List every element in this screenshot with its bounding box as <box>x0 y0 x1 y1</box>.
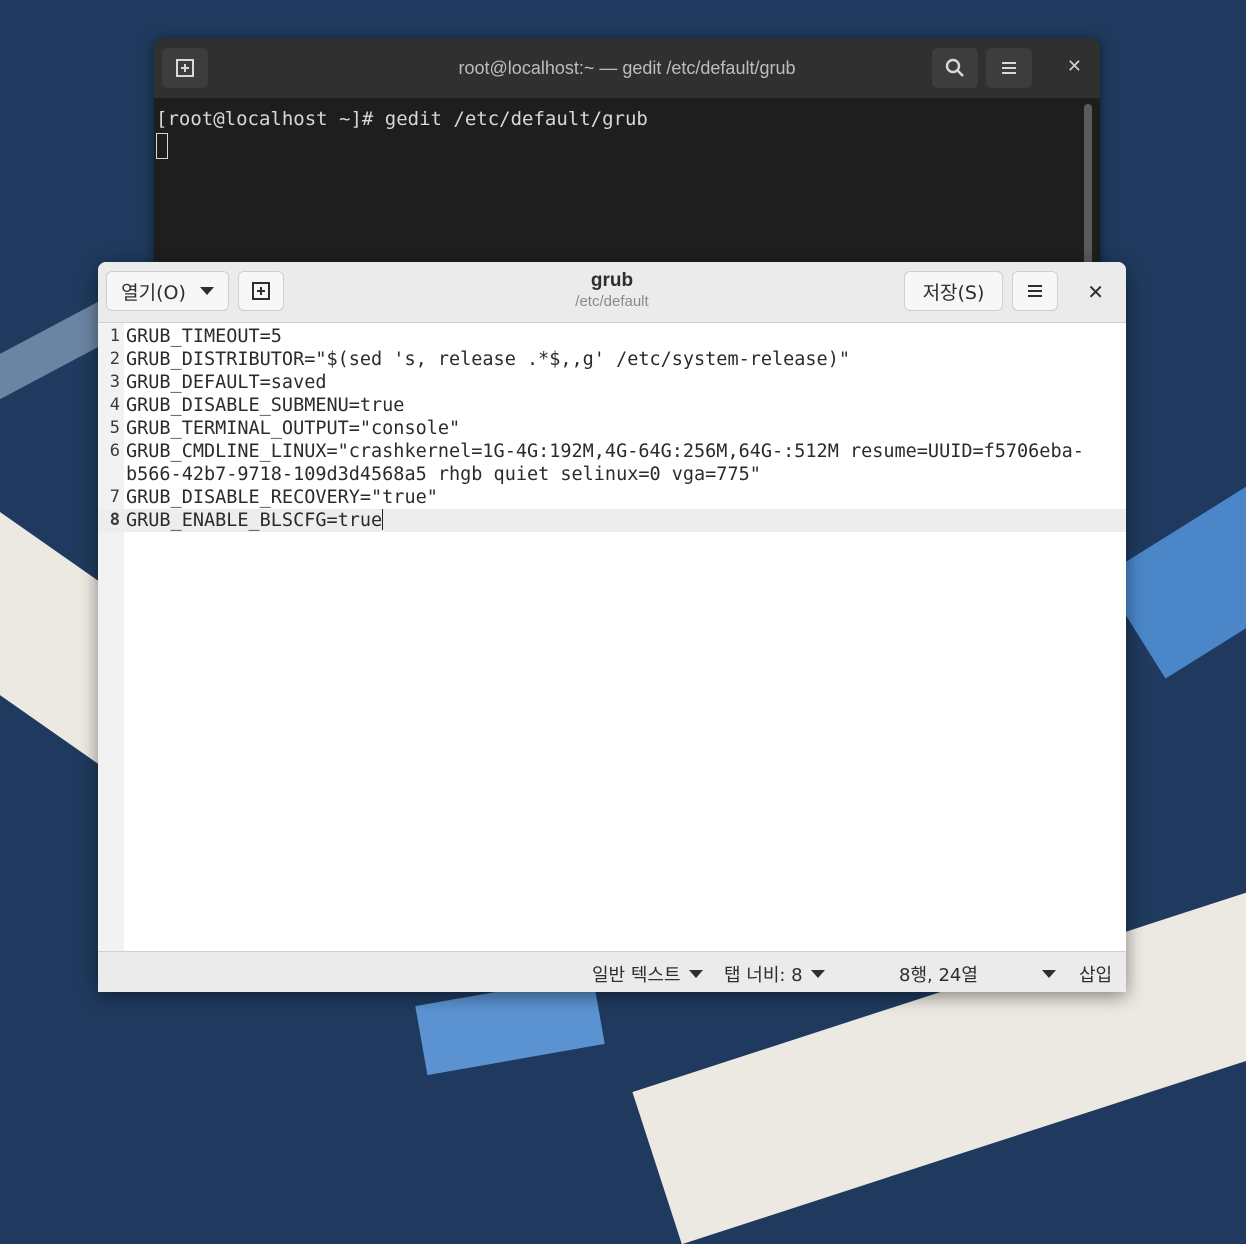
editor-line[interactable]: 1 GRUB_TIMEOUT=5 <box>98 325 1126 348</box>
chevron-down-icon <box>199 287 214 295</box>
save-button-label: 저장(S) <box>922 281 985 304</box>
editor-line[interactable]: 7 GRUB_DISABLE_RECOVERY="true" <box>98 486 1126 509</box>
text-caret <box>382 509 384 530</box>
editor-line[interactable]: 3 GRUB_DEFAULT=saved <box>98 371 1126 394</box>
chevron-down-icon <box>1041 970 1056 978</box>
editor-line[interactable]: 4 GRUB_DISABLE_SUBMENU=true <box>98 394 1126 417</box>
new-document-button[interactable] <box>238 271 284 311</box>
close-icon: ✕ <box>1087 280 1104 304</box>
chevron-down-icon <box>810 970 825 978</box>
close-icon: ✕ <box>1066 56 1082 77</box>
new-tab-button[interactable] <box>162 48 208 88</box>
terminal-scrollbar[interactable] <box>1084 104 1092 278</box>
editor-line[interactable]: 2 GRUB_DISTRIBUTOR="$(sed 's, release .*… <box>98 348 1126 371</box>
terminal-output[interactable]: [root@localhost ~]# gedit /etc/default/g… <box>154 98 1100 159</box>
search-icon <box>945 58 964 77</box>
insert-mode-label: 삽입 <box>1079 965 1113 986</box>
hamburger-menu-icon <box>1002 62 1016 74</box>
status-bar: 일반 텍스트 탭 너비: 8 8행, 24열 삽입 <box>98 951 1126 992</box>
terminal-header-bar[interactable]: root@localhost:~ — gedit /etc/default/gr… <box>154 38 1100 98</box>
gedit-window[interactable]: grub /etc/default 열기(O) 저장(S) ✕ 1 GRUB_T… <box>98 262 1126 992</box>
gedit-header-bar[interactable]: grub /etc/default 열기(O) 저장(S) ✕ <box>98 262 1126 323</box>
editor-line-wrapped[interactable]: b566-42b7-9718-109d3d4568a5 rhgb quiet s… <box>98 463 1126 486</box>
tab-width-label: 탭 너비: 8 <box>724 965 803 986</box>
line-number <box>98 463 120 486</box>
open-button[interactable]: 열기(O) <box>106 271 229 311</box>
line-text-with-caret[interactable]: GRUB_ENABLE_BLSCFG=true <box>120 509 1126 532</box>
line-text[interactable]: GRUB_ENABLE_BLSCFG=true <box>126 510 382 531</box>
insert-mode-indicator[interactable]: 삽입 <box>1079 961 1112 987</box>
terminal-close-button[interactable]: ✕ <box>1067 56 1082 77</box>
line-text[interactable]: GRUB_DISTRIBUTOR="$(sed 's, release .*$,… <box>120 348 1126 371</box>
terminal-window[interactable]: root@localhost:~ — gedit /etc/default/gr… <box>154 38 1100 278</box>
editor-line[interactable]: 5 GRUB_TERMINAL_OUTPUT="console" <box>98 417 1126 440</box>
language-selector[interactable]: 일반 텍스트 <box>592 961 703 987</box>
line-number: 5 <box>109 418 120 438</box>
line-number: 8 <box>109 510 120 530</box>
editor-line-current[interactable]: 8 GRUB_ENABLE_BLSCFG=true <box>98 509 1126 532</box>
tab-width-selector[interactable]: 탭 너비: 8 <box>724 961 825 987</box>
cursor-position-label: 8행, 24열 <box>899 965 978 986</box>
line-number: 1 <box>109 326 120 346</box>
line-number: 6 <box>109 441 120 461</box>
terminal-menu-button[interactable] <box>986 48 1032 88</box>
new-tab-icon <box>176 59 194 77</box>
line-number: 2 <box>109 349 120 369</box>
text-editor-area[interactable]: 1 GRUB_TIMEOUT=5 2 GRUB_DISTRIBUTOR="$(s… <box>98 323 1126 952</box>
line-text[interactable]: GRUB_TERMINAL_OUTPUT="console" <box>120 417 1126 440</box>
save-button[interactable]: 저장(S) <box>904 271 1003 311</box>
editor-lines[interactable]: 1 GRUB_TIMEOUT=5 2 GRUB_DISTRIBUTOR="$(s… <box>98 323 1126 532</box>
gedit-close-button[interactable]: ✕ <box>1087 280 1104 304</box>
language-label: 일반 텍스트 <box>592 965 681 986</box>
chevron-down-icon <box>688 970 703 978</box>
new-document-icon <box>252 282 270 300</box>
terminal-cursor <box>156 132 168 159</box>
hamburger-menu-icon <box>1028 285 1042 297</box>
line-text[interactable]: GRUB_DISABLE_SUBMENU=true <box>120 394 1126 417</box>
line-text[interactable]: GRUB_TIMEOUT=5 <box>120 325 1126 348</box>
line-text[interactable]: GRUB_DEFAULT=saved <box>120 371 1126 394</box>
cursor-position-selector[interactable]: 8행, 24열 <box>899 961 1056 987</box>
line-number: 7 <box>109 487 120 507</box>
terminal-command-line: [root@localhost ~]# gedit /etc/default/g… <box>156 108 648 130</box>
gedit-menu-button[interactable] <box>1012 271 1058 311</box>
line-text[interactable]: b566-42b7-9718-109d3d4568a5 rhgb quiet s… <box>120 463 1126 486</box>
editor-line[interactable]: 6 GRUB_CMDLINE_LINUX="crashkernel=1G-4G:… <box>98 440 1126 463</box>
open-button-label: 열기(O) <box>121 281 186 304</box>
line-text[interactable]: GRUB_DISABLE_RECOVERY="true" <box>120 486 1126 509</box>
line-number: 4 <box>109 395 120 415</box>
terminal-search-button[interactable] <box>932 48 978 88</box>
line-text[interactable]: GRUB_CMDLINE_LINUX="crashkernel=1G-4G:19… <box>120 440 1126 463</box>
line-number: 3 <box>109 372 120 392</box>
